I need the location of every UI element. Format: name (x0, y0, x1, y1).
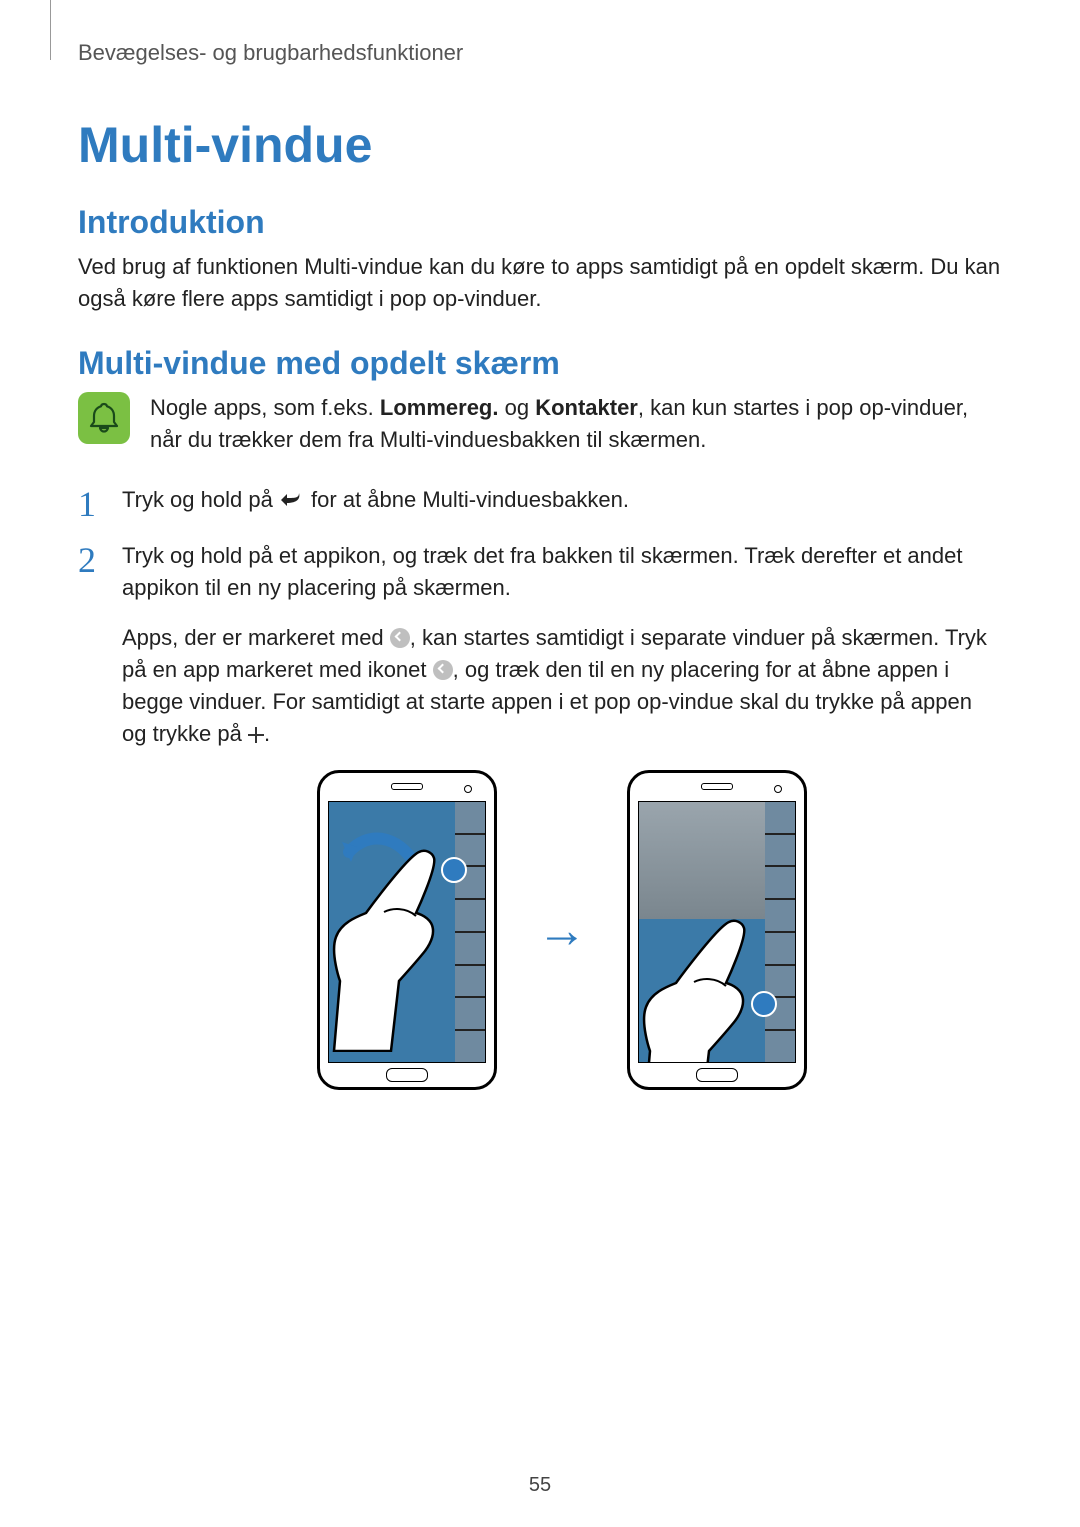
hand-gesture-icon (638, 912, 784, 1063)
note-bell-icon (78, 392, 130, 444)
multi-instance-badge-icon (390, 628, 410, 648)
step-2: Tryk og hold på et appikon, og træk det … (78, 540, 1002, 1089)
section-heading-introduction: Introduktion (78, 204, 1002, 241)
back-key-icon (279, 487, 305, 519)
sequence-arrow-icon: → (537, 894, 587, 967)
multi-instance-badge-icon (433, 660, 453, 680)
note-text: Nogle apps, som f.eks. Lommereg. og Kont… (150, 392, 1002, 456)
running-header: Bevægelses- og brugbarhedsfunktioner (78, 40, 1002, 66)
section-heading-split-screen: Multi-vindue med opdelt skærm (78, 345, 1002, 382)
figure-phone-before (317, 770, 497, 1090)
step-1: Tryk og hold på for at åbne Multi-vindue… (78, 484, 1002, 519)
page-number: 55 (0, 1474, 1080, 1497)
intro-paragraph: Ved brug af funktionen Multi-vindue kan … (78, 251, 1002, 315)
figure-phone-after (627, 770, 807, 1090)
plus-icon (248, 727, 264, 743)
instruction-figure: → (122, 770, 1002, 1090)
hand-gesture-icon (328, 842, 474, 1052)
page-title: Multi-vindue (78, 116, 1002, 174)
step-2-details: Apps, der er markeret med , kan startes … (122, 622, 1002, 750)
note-block: Nogle apps, som f.eks. Lommereg. og Kont… (78, 392, 1002, 456)
